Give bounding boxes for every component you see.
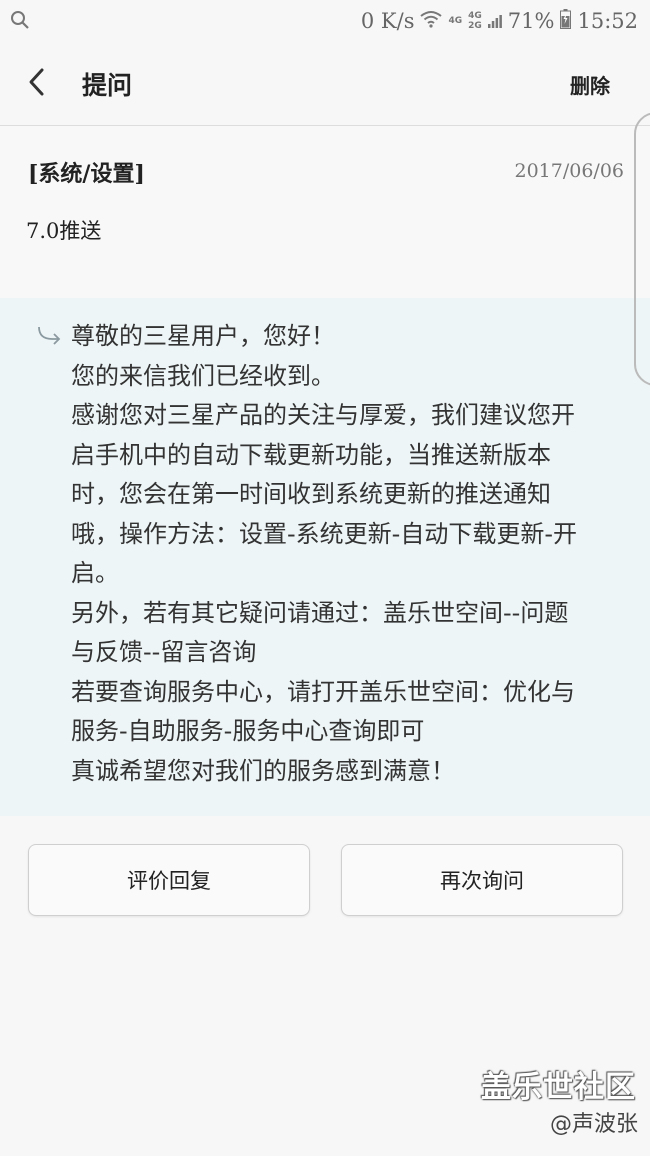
battery-icon: [560, 8, 572, 34]
network-type-3: 2G: [468, 21, 482, 31]
question-text: 7.0推送: [26, 219, 102, 243]
reply-line: 时，您会在第一时间收到系统更新的推送通知: [71, 480, 551, 508]
question-section: [系统/设置] 2017/06/06 7.0推送: [0, 126, 650, 298]
watermark-author: @声波张: [549, 1112, 638, 1137]
reply-line: 感谢您对三星产品的关注与厚爱，我们建议您开: [71, 401, 575, 429]
network-type-1: 4G: [448, 16, 463, 26]
ask-again-button[interactable]: 再次询问: [341, 844, 623, 916]
edge-panel-handle[interactable]: [634, 112, 650, 386]
reply-line: 您的来信我们已经收到。: [71, 361, 335, 390]
status-indicators: 0 K/s 4G 4G 2G 71% 15:52: [361, 6, 638, 36]
delete-button[interactable]: 删除: [570, 70, 610, 99]
back-arrow-icon[interactable]: [22, 64, 58, 100]
question-category: [系统/设置]: [28, 161, 145, 187]
reply-line: 哦，操作方法：设置-系统更新-自动下载更新-开: [71, 519, 577, 548]
rate-reply-button[interactable]: 评价回复: [28, 844, 310, 916]
battery-percent: 71%: [507, 9, 555, 33]
reply-line: 服务-自助服务-服务中心查询即可: [71, 717, 425, 745]
reply-line: 与反馈--留言咨询: [71, 638, 257, 666]
reply-line: 真诚希望您对我们的服务感到满意！: [71, 756, 455, 785]
search-icon: [10, 10, 30, 34]
reply-line: 尊敬的三星用户，您好！: [71, 322, 335, 350]
wifi-icon: [420, 9, 443, 33]
reply-arrow-icon: [36, 326, 62, 350]
reply-line: 启。: [71, 559, 119, 587]
signal-icon: [487, 9, 502, 33]
reply-line: 启手机中的自动下载更新功能，当推送新版本: [71, 440, 551, 469]
watermark-brand: 盖乐世社区: [481, 1070, 636, 1105]
network-type-2: 4G: [468, 11, 482, 21]
clock: 15:52: [577, 9, 638, 33]
dual-network-type: 4G 2G: [468, 11, 482, 31]
app-bar: 提问 删除: [0, 42, 650, 126]
status-bar: 0 K/s 4G 4G 2G 71% 15:52: [0, 0, 650, 42]
reply-line: 若要查询服务中心，请打开盖乐世空间：优化与: [71, 677, 575, 706]
reply-section: 尊敬的三星用户，您好！ 您的来信我们已经收到。 感谢您对三星产品的关注与厚爱，我…: [0, 298, 650, 816]
question-date: 2017/06/06: [514, 160, 624, 182]
reply-text: 尊敬的三星用户，您好！ 您的来信我们已经收到。 感谢您对三星产品的关注与厚爱，我…: [71, 317, 616, 791]
network-speed: 0 K/s: [360, 9, 415, 33]
reply-line: 另外，若有其它疑问请通过：盖乐世空间--问题: [71, 598, 569, 627]
page-title: 提问: [82, 71, 133, 100]
